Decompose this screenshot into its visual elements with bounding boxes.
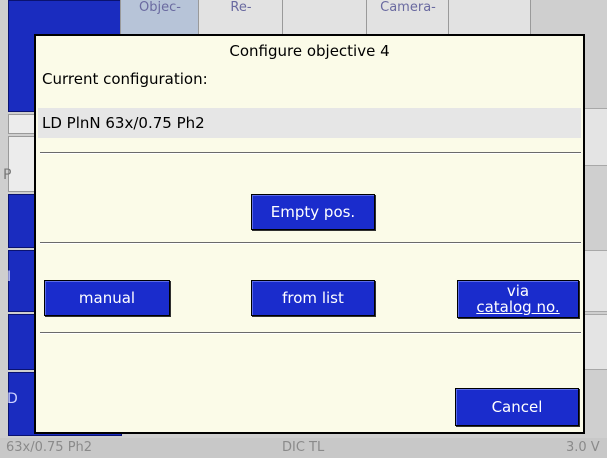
cancel-button[interactable]: Cancel bbox=[455, 388, 579, 426]
manual-label: manual bbox=[78, 289, 136, 307]
tab-objectives[interactable]: Objec- bbox=[120, 0, 199, 34]
dialog-title: Configure objective 4 bbox=[229, 42, 390, 60]
left-nav-glyph-p: P bbox=[3, 167, 12, 183]
tab-reflector-label: Re- bbox=[230, 0, 252, 15]
current-configuration-label: Current configuration: bbox=[42, 70, 208, 88]
tab-camera-label: Camera- bbox=[380, 0, 436, 15]
current-configuration-value: LD PlnN 63x/0.75 Ph2 bbox=[38, 108, 581, 138]
via-catalog-label-line1: via bbox=[506, 282, 530, 300]
status-bar: 63x/0.75 Ph2 DIC TL 3.0 V bbox=[0, 438, 607, 458]
tab-objectives-label: Objec- bbox=[139, 0, 181, 15]
manual-button[interactable]: manual bbox=[44, 280, 170, 316]
tab-6[interactable] bbox=[530, 0, 607, 34]
left-nav-glyph-d: D bbox=[7, 391, 18, 407]
from-list-label: from list bbox=[282, 289, 344, 307]
separator bbox=[40, 152, 581, 154]
tab-camera[interactable]: Camera- bbox=[366, 0, 449, 34]
tab-reflector[interactable]: Re- bbox=[198, 0, 283, 34]
tab-3[interactable] bbox=[282, 0, 367, 34]
empty-position-button[interactable]: Empty pos. bbox=[251, 194, 375, 230]
tab-5[interactable] bbox=[448, 0, 531, 34]
from-list-button[interactable]: from list bbox=[251, 280, 375, 316]
configure-objective-dialog: Configure objective 4 Current configurat… bbox=[34, 34, 585, 434]
via-catalog-label-line2: catalog no. bbox=[476, 298, 560, 316]
separator bbox=[40, 242, 581, 244]
left-nav-glyph-i: I bbox=[7, 269, 12, 285]
via-catalog-button[interactable]: via catalog no. bbox=[457, 280, 579, 318]
cancel-label: Cancel bbox=[491, 398, 543, 416]
status-value: 3.0 V bbox=[566, 440, 600, 455]
separator bbox=[40, 332, 581, 334]
empty-position-label: Empty pos. bbox=[270, 203, 356, 221]
status-objective: 63x/0.75 Ph2 bbox=[6, 440, 93, 455]
status-mode: DIC TL bbox=[282, 440, 325, 455]
